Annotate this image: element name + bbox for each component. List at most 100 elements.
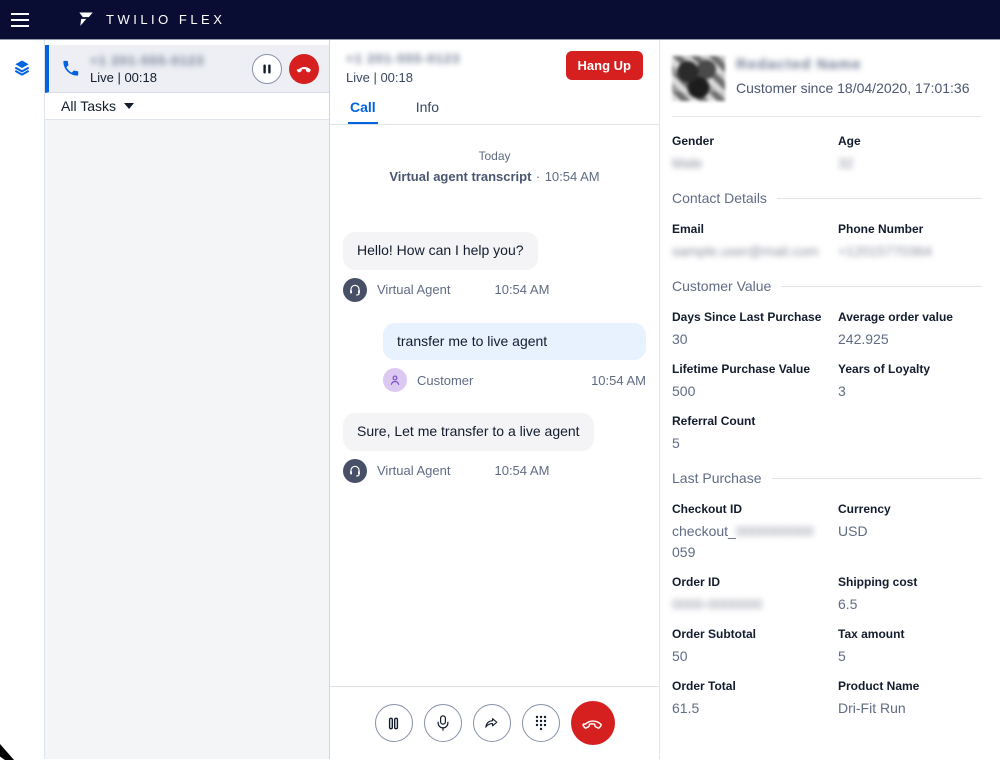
transcript-separator: · [536,169,540,184]
section-title: Last Purchase [672,470,762,486]
message-time: 10:54 AM [591,373,646,388]
task-actions [252,54,319,84]
virtual-agent-avatar [343,459,367,483]
order-id-redacted: 0000-0000000 [672,596,762,612]
top-navbar: TWILIO FLEX [0,0,1000,40]
customer-photo-redacted [672,56,725,101]
field-label: Order ID [672,575,838,589]
field-label: Gender [672,134,838,148]
message-agent-1: Hello! How can I help you? Virtual Agent… [343,232,646,302]
field-gender: Gender Male [672,134,838,171]
date-label: Today [343,149,646,163]
message-bubble: Sure, Let me transfer to a live agent [343,413,594,451]
call-status: Live | 00:18 [346,70,460,85]
dialpad-button[interactable] [522,704,560,742]
tab-info[interactable]: Info [414,89,441,124]
field-label: Email [672,222,838,236]
message-meta: Customer 10:54 AM [383,368,646,392]
mute-button[interactable] [424,704,462,742]
transcript-time: 10:54 AM [545,169,600,184]
field-years-of-loyalty: Years of Loyalty 3 [838,362,982,399]
end-call-button-task[interactable] [289,54,319,84]
customer-value-fields: Days Since Last Purchase 30 Average orde… [672,310,982,466]
field-label: Product Name [838,679,982,693]
section-title: Contact Details [672,190,767,206]
field-label: Days Since Last Purchase [672,310,838,324]
field-value: 242.925 [838,331,982,347]
message-time: 10:54 AM [494,282,549,297]
message-customer-1: transfer me to live agent Customer 10:54… [383,323,646,393]
call-phone-number-redacted: +1 201-555-0123 [346,51,460,66]
field-label: Checkout ID [672,502,838,516]
task-status: Live | 00:18 [90,70,204,85]
message-meta: Virtual Agent 10:54 AM [343,278,646,302]
field-label: Tax amount [838,627,982,641]
message-bubble: Hello! How can I help you? [343,232,538,270]
field-days-since-last-purchase: Days Since Last Purchase 30 [672,310,838,347]
field-spacer [838,414,982,451]
twilio-flex-logo: TWILIO FLEX [76,10,225,30]
field-currency: Currency USD [838,502,982,560]
section-last-purchase: Last Purchase [672,470,982,486]
call-panel: +1 201-555-0123 Live | 00:18 Hang Up Cal… [330,40,660,759]
customer-profile: Redacted Name Customer since 18/04/2020,… [672,56,982,101]
field-order-subtotal: Order Subtotal 50 [672,627,838,664]
field-label: Years of Loyalty [838,362,982,376]
field-label: Order Total [672,679,838,693]
field-label: Currency [838,502,982,516]
transfer-button[interactable] [473,704,511,742]
hang-up-button[interactable]: Hang Up [566,51,643,80]
task-list-panel: +1 201-555-0123 Live | 00:18 All Tas [45,40,330,759]
chat-transcript: Today Virtual agent transcript · 10:54 A… [330,125,659,686]
hold-button[interactable] [375,704,413,742]
brand-text: TWILIO FLEX [106,12,225,27]
email-value-redacted: sample.user@mail.com [672,243,818,259]
left-rail [0,40,45,759]
menu-icon[interactable] [0,0,40,40]
tasks-layers-icon[interactable] [12,58,32,78]
field-value: 5 [838,648,982,664]
call-controls [330,686,659,759]
field-referral-count: Referral Count 5 [672,414,838,451]
field-label: Lifetime Purchase Value [672,362,838,376]
customer-name-redacted: Redacted Name [736,56,970,73]
transcript-header: Today Virtual agent transcript · 10:54 A… [343,149,646,186]
field-value: Dri-Fit Run [838,700,982,716]
message-time: 10:54 AM [494,463,549,478]
active-call-task[interactable]: +1 201-555-0123 Live | 00:18 [45,45,329,93]
message-agent-2: Sure, Let me transfer to a live agent Vi… [343,413,646,483]
hold-call-button[interactable] [252,54,282,84]
field-average-order-value: Average order value 242.925 [838,310,982,347]
forward-arrow-icon [483,714,501,732]
field-shipping-cost: Shipping cost 6.5 [838,575,982,612]
field-email: Email sample.user@mail.com [672,222,838,259]
field-value: 61.5 [672,700,838,716]
virtual-agent-avatar [343,278,367,302]
profile-text: Redacted Name Customer since 18/04/2020,… [736,56,970,101]
hangup-icon [296,60,313,77]
customer-info-panel: Redacted Name Customer since 18/04/2020,… [660,40,1000,759]
section-line [777,198,982,199]
checkout-prefix: checkout_ [672,523,736,539]
call-header: +1 201-555-0123 Live | 00:18 Hang Up [330,40,659,89]
section-line [772,478,983,479]
tab-call[interactable]: Call [348,89,378,124]
field-order-id: Order ID 0000-0000000 [672,575,838,612]
person-icon [388,373,402,387]
transcript-title: Virtual agent transcript [389,169,531,184]
field-phone-number: Phone Number +12015770364 [838,222,982,259]
field-label: Phone Number [838,222,982,236]
transcript-title-row: Virtual agent transcript · 10:54 AM [343,168,646,186]
section-customer-value: Customer Value [672,278,982,294]
task-filter-dropdown[interactable]: All Tasks [45,93,329,120]
field-value: 5 [672,435,838,451]
hang-up-circle-button[interactable] [571,701,615,745]
message-author: Virtual Agent [377,463,450,478]
section-contact-details: Contact Details [672,190,982,206]
section-line [781,286,982,287]
basic-fields: Gender Male Age 32 [672,134,982,186]
microphone-icon [434,714,452,732]
keypad-icon [533,714,549,732]
pause-icon [261,63,273,75]
hamburger-icon [11,13,29,27]
